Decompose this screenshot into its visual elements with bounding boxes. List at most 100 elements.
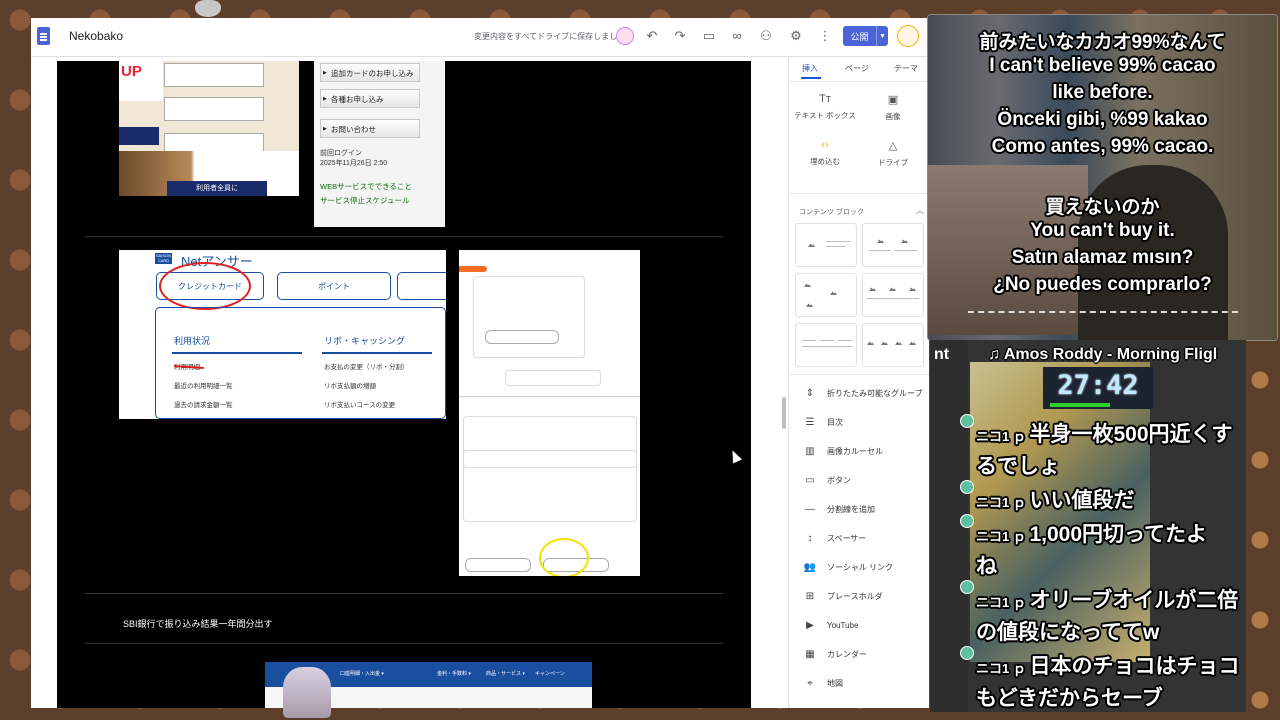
layout-block[interactable] — [862, 223, 924, 267]
subtitle-en: I can't believe 99% cacao — [989, 55, 1216, 76]
screenshot-image-3[interactable] — [459, 250, 640, 576]
text-box-tool[interactable]: Tт テキスト ボックス — [790, 93, 860, 121]
embed-tool[interactable]: ‹› 埋め込む — [790, 139, 860, 167]
orange-tag — [459, 266, 487, 272]
canvas-scrollbar[interactable] — [782, 397, 786, 429]
partial-text: nt — [934, 346, 950, 363]
insert-item[interactable]: ▥ 画像カルーセル — [789, 441, 929, 461]
settings-icon[interactable]: ⚙ — [788, 28, 804, 44]
chat-message: もどきだからセーブ — [976, 687, 1163, 710]
web-service-link: WEBサービスでできること — [320, 182, 412, 191]
list-item: リボ支払いコースの変更 — [324, 402, 396, 409]
embed-icon: ‹› — [821, 139, 829, 151]
banner-card — [164, 97, 264, 121]
tab-insert[interactable]: 挿入 — [802, 63, 818, 74]
collaborator-avatar[interactable] — [616, 27, 634, 45]
image-tool[interactable]: ▣ 画像 — [858, 93, 928, 122]
image-placeholder-icon — [804, 283, 811, 287]
tab-pages[interactable]: ページ — [845, 63, 869, 74]
undo-icon[interactable]: ↶ — [644, 28, 660, 44]
insert-item[interactable]: ⇕ 折りたたみ可能なグループ — [789, 383, 929, 403]
calendar-icon: ▦ — [805, 648, 815, 660]
image-placeholder-icon — [881, 341, 888, 345]
collapse-icon[interactable]: ︿ — [916, 205, 924, 216]
insert-item[interactable]: ▶ YouTube — [789, 615, 929, 635]
list-item: 最近の利用明細一覧 — [174, 383, 233, 390]
share-icon[interactable]: ⚇ — [758, 28, 774, 44]
form-button — [465, 558, 531, 572]
insert-item[interactable]: ↕ スペーサー — [789, 528, 929, 548]
page-content[interactable]: UP 利用者全員に 追加カードのお申し込み 各種お申し込み お問い合わせ 前回ロ… — [57, 61, 751, 708]
image-placeholder-icon — [867, 341, 874, 345]
section-divider — [85, 593, 723, 594]
insert-item[interactable]: 👥 ソーシャル リンク — [789, 557, 929, 577]
image-placeholder-icon — [869, 287, 876, 291]
tool-label: 画像 — [885, 112, 901, 121]
carousel-icon: ▥ — [805, 445, 815, 457]
screenshot-image-1a[interactable]: UP 利用者全員に — [119, 61, 299, 196]
insert-item-label: プレースホルダ — [827, 591, 883, 601]
site-title[interactable]: Nekobako — [69, 29, 123, 43]
save-status: 変更内容をすべてドライブに保存しました — [474, 32, 626, 41]
chat-source-icon — [960, 646, 974, 660]
text-line — [820, 340, 834, 341]
layout-block[interactable] — [862, 273, 924, 317]
insert-item-label: ボタン — [827, 475, 851, 485]
image-icon: ▣ — [887, 94, 899, 106]
map-icon: ⌖ — [807, 677, 813, 689]
insert-item[interactable]: ▭ ボタン — [789, 470, 929, 490]
editor-canvas: UP 利用者全員に 追加カードのお申し込み 各種お申し込み お問い合わせ 前回ロ… — [31, 57, 788, 708]
more-icon[interactable]: ⋮ — [817, 28, 833, 44]
chat-message: ニコ1 ｐ 半身一枚500円近くす — [976, 423, 1233, 446]
layout-block[interactable] — [795, 223, 857, 267]
revo-heading: リボ・キャッシング — [324, 336, 406, 346]
chat-message: るでしょ — [976, 455, 1060, 478]
chat-message: ニコ1 ｐ 1,000円切ってたよ — [976, 523, 1207, 546]
layout-block[interactable] — [795, 273, 857, 317]
insert-item-label: カレンダー — [827, 649, 867, 659]
tab-more — [397, 272, 446, 300]
insert-item[interactable]: ⌖ 地図 — [789, 673, 929, 693]
screenshot-image-1b[interactable]: 追加カードのお申し込み 各種お申し込み お問い合わせ 前回ログイン 2025年1… — [314, 61, 445, 227]
insert-item-label: スペーサー — [827, 533, 867, 543]
insert-item-label: YouTube — [827, 620, 859, 630]
subtitle-ja: 前みたいなカカオ99%なんて — [979, 32, 1226, 53]
banner-blue — [119, 127, 159, 145]
publish-button[interactable]: 公開 ▼ — [843, 26, 888, 46]
insert-item[interactable]: ⊞ プレースホルダ — [789, 586, 929, 606]
button-icon: ▭ — [805, 474, 815, 486]
drive-tool[interactable]: △ ドライブ — [858, 139, 928, 168]
publish-dropdown-icon[interactable]: ▼ — [876, 26, 888, 46]
user-avatar[interactable] — [897, 25, 919, 47]
text-line — [826, 246, 846, 247]
maintenance-link: サービス停止スケジュール — [320, 196, 410, 205]
youtube-icon: ▶ — [806, 619, 814, 631]
link-icon[interactable]: ∞ — [729, 28, 745, 44]
preview-icon[interactable]: ▭ — [701, 28, 717, 44]
subtitle-en: You can't buy it. — [1030, 220, 1175, 241]
chat-source-icon — [960, 580, 974, 594]
insert-item[interactable]: ☰ 目次 — [789, 412, 929, 432]
insert-item-label: 地図 — [827, 678, 843, 688]
insert-item[interactable]: — 分割線を追加 — [789, 499, 929, 519]
sbi-caption[interactable]: SBI銀行で振り込み結果一年間分出す — [123, 617, 273, 630]
redo-icon[interactable]: ↷ — [672, 28, 688, 44]
tab-themes[interactable]: テーマ — [894, 63, 918, 74]
layout-block[interactable] — [795, 323, 857, 367]
section-divider — [85, 643, 723, 644]
tool-label: テキスト ボックス — [794, 111, 856, 120]
insert-item[interactable]: ▦ カレンダー — [789, 644, 929, 664]
chat-message: ね — [976, 555, 997, 578]
layout-block[interactable] — [862, 323, 924, 367]
heading-underline — [322, 352, 432, 354]
screenshot-image-2[interactable]: SAISON CARD Netアンサー クレジットカード ポイント 利用状況 リボ… — [119, 250, 446, 419]
menu-item: 追加カードのお申し込み — [320, 63, 420, 83]
image-placeholder-icon — [877, 239, 884, 243]
tab-strip — [505, 370, 601, 386]
image-placeholder-icon — [808, 243, 815, 247]
sites-logo-icon[interactable] — [37, 27, 50, 45]
insert-item[interactable]: ▤ ドキュメント — [789, 702, 929, 709]
google-sites-editor: Nekobako 変更内容をすべてドライブに保存しました ↶ ↷ ▭ ∞ ⚇ ⚙… — [31, 18, 929, 708]
insert-panel: 挿入 ページ テーマ Tт テキスト ボックス ▣ 画像 ‹› 埋め込む △ ド… — [788, 57, 929, 708]
form-box — [473, 276, 585, 358]
